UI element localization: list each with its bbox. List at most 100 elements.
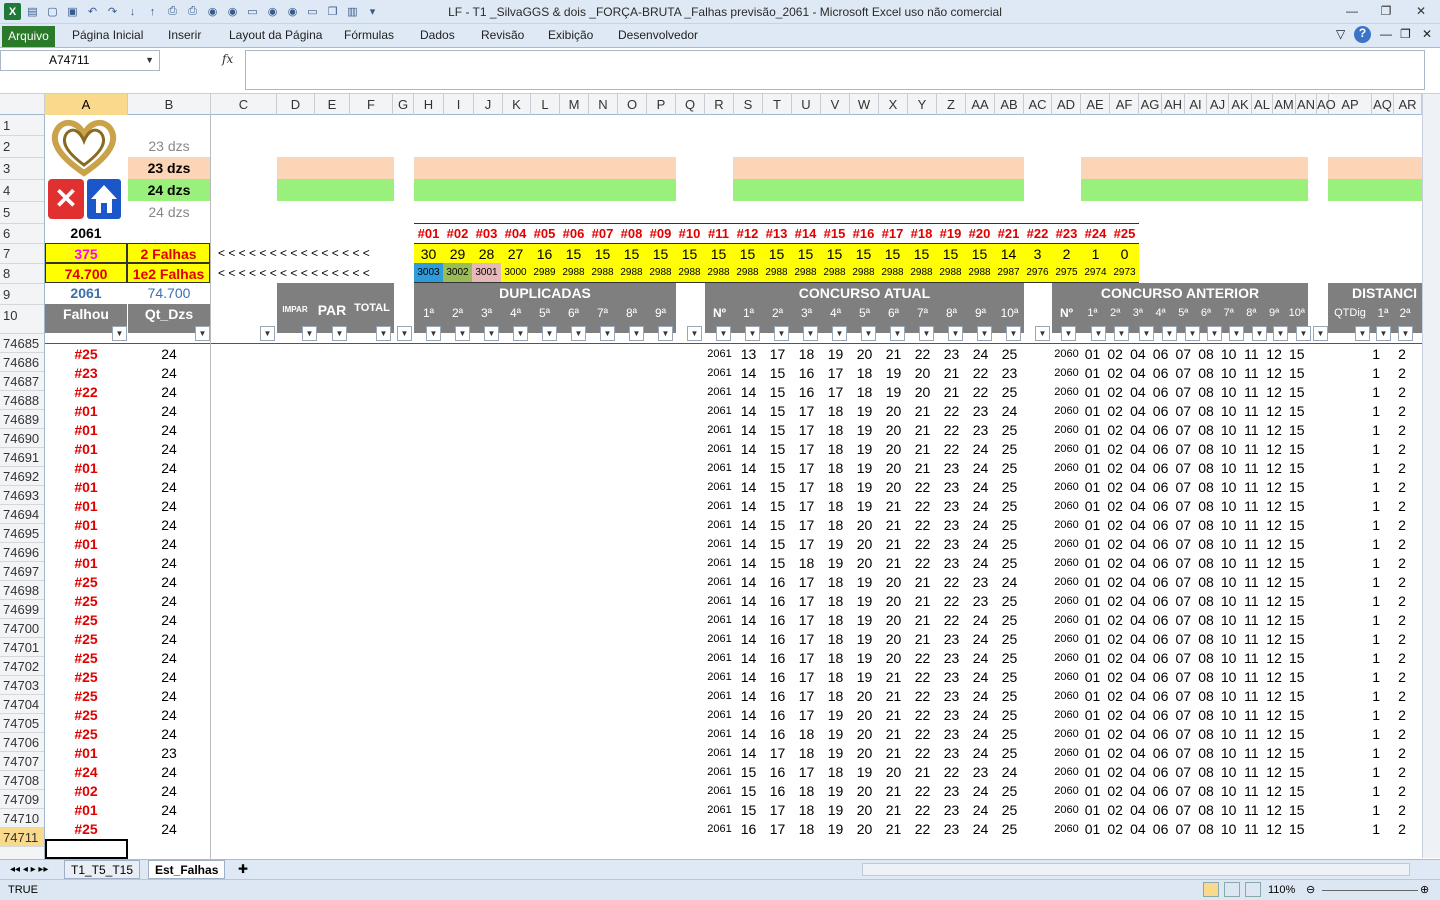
row-header[interactable]: 10 [0,305,44,334]
column-header-aa[interactable]: AA [966,94,995,115]
insert-sheet-icon[interactable]: ✚ [232,860,254,879]
tab-data[interactable]: Dados [420,28,455,42]
row-header[interactable]: 74706 [0,733,44,752]
filter-dropdown-button[interactable]: ▼ [977,326,992,341]
filter-dropdown-button[interactable]: ▼ [376,326,391,341]
horizontal-scrollbar[interactable] [862,863,1410,876]
row-header[interactable]: 74697 [0,562,44,581]
filter-dropdown-button[interactable]: ▼ [426,326,441,341]
filter-dropdown-button[interactable]: ▼ [1185,326,1200,341]
column-header-l[interactable]: L [531,94,560,115]
zoom-level[interactable]: 110% [1268,884,1295,896]
formula-input[interactable] [245,50,1425,90]
close-macro-button[interactable]: ✕ [48,179,84,219]
row-header[interactable]: 3 [0,158,44,180]
column-header-k[interactable]: K [503,94,531,115]
filter-dropdown-button[interactable]: ▼ [484,326,499,341]
row-header[interactable]: 74709 [0,790,44,809]
row-header[interactable]: 74693 [0,486,44,505]
column-header-af[interactable]: AF [1110,94,1139,115]
tab-home[interactable]: Página Inicial [72,28,143,42]
column-header-ap[interactable]: AP [1329,94,1372,115]
tab-page-layout[interactable]: Layout da Página [229,28,322,42]
column-header-b[interactable]: B [128,94,211,115]
column-header-j[interactable]: J [474,94,503,115]
row-header[interactable]: 74698 [0,581,44,600]
zoom-in-icon[interactable]: ⊕ [1420,883,1429,896]
filter-dropdown-button[interactable]: ▼ [195,326,210,341]
column-header-y[interactable]: Y [908,94,937,115]
close-workbook-icon[interactable]: ✕ [1422,27,1432,41]
row-header[interactable]: 74688 [0,391,44,410]
filter-dropdown-button[interactable]: ▼ [1376,326,1391,341]
tab-file[interactable]: Arquivo [2,26,55,47]
column-header-ab[interactable]: AB [995,94,1024,115]
column-header-ar[interactable]: AR [1394,94,1422,115]
row-header[interactable]: 6 [0,224,44,244]
column-header-ak[interactable]: AK [1229,94,1252,115]
filter-dropdown-button[interactable]: ▼ [1252,326,1267,341]
minimize-workbook-icon[interactable]: — [1380,27,1392,41]
column-header-e[interactable]: E [315,94,350,115]
row-header[interactable]: 74701 [0,638,44,657]
row-header[interactable]: 74687 [0,372,44,391]
worksheet-grid[interactable]: ✕ 23 dzs 23 dzs 24 dzs 24 dzs 2061 375 2 Falhas… [45,115,1422,859]
filter-dropdown-button[interactable]: ▼ [687,326,702,341]
column-header-am[interactable]: AM [1273,94,1296,115]
filter-dropdown-button[interactable]: ▼ [1296,326,1311,341]
restore-workbook-icon[interactable]: ❐ [1400,27,1411,41]
row-header[interactable]: 74707 [0,752,44,771]
sheet-nav-icon[interactable]: ◂◂ ◂ ▸ ▸▸ [4,860,54,879]
active-cell[interactable] [45,839,128,859]
filter-dropdown-button[interactable]: ▼ [803,326,818,341]
filter-dropdown-button[interactable]: ▼ [948,326,963,341]
column-header-s[interactable]: S [734,94,763,115]
row-header[interactable]: 74705 [0,714,44,733]
close-icon[interactable]: ✕ [1407,2,1435,20]
column-header-w[interactable]: W [850,94,879,115]
filter-dropdown-button[interactable]: ▼ [1139,326,1154,341]
filter-dropdown-button[interactable]: ▼ [1273,326,1288,341]
row-header[interactable]: 74686 [0,353,44,372]
column-header-aj[interactable]: AJ [1207,94,1229,115]
column-header-g[interactable]: G [393,94,414,115]
column-header-ah[interactable]: AH [1162,94,1185,115]
column-header-v[interactable]: V [821,94,850,115]
row-header[interactable]: 8 [0,264,44,284]
row-header-selected[interactable]: 74711 [0,828,44,847]
column-header-ae[interactable]: AE [1081,94,1110,115]
filter-dropdown-button[interactable]: ▼ [1162,326,1177,341]
row-header[interactable]: 74699 [0,600,44,619]
help-icon[interactable]: ? [1354,26,1371,43]
filter-dropdown-button[interactable]: ▼ [1229,326,1244,341]
filter-dropdown-button[interactable]: ▼ [861,326,876,341]
column-header-al[interactable]: AL [1252,94,1273,115]
filter-dropdown-button[interactable]: ▼ [1091,326,1106,341]
tab-developer[interactable]: Desenvolvedor [618,28,698,42]
normal-view-icon[interactable] [1203,882,1219,897]
column-header-m[interactable]: M [560,94,589,115]
column-header-u[interactable]: U [792,94,821,115]
filter-dropdown-button[interactable]: ▼ [1114,326,1129,341]
sheet-tab-est-falhas[interactable]: Est_Falhas [148,860,226,879]
row-header[interactable]: 74689 [0,410,44,429]
row-header[interactable]: 74708 [0,771,44,790]
column-header-q[interactable]: Q [676,94,705,115]
column-header-i[interactable]: I [444,94,474,115]
filter-dropdown-button[interactable]: ▼ [1035,326,1050,341]
filter-dropdown-button[interactable]: ▼ [455,326,470,341]
filter-dropdown-button[interactable]: ▼ [332,326,347,341]
column-header-ao[interactable]: AO [1317,94,1336,115]
home-macro-button[interactable] [87,179,121,219]
row-header[interactable]: 74696 [0,543,44,562]
row-header[interactable]: 74702 [0,657,44,676]
filter-dropdown-button[interactable]: ▼ [1207,326,1222,341]
filter-dropdown-button[interactable]: ▼ [397,326,412,341]
row-header[interactable]: 74692 [0,467,44,486]
column-header-d[interactable]: D [277,94,315,115]
ribbon-collapse-icon[interactable]: ▽ [1336,27,1345,41]
column-header-ac[interactable]: AC [1024,94,1052,115]
filter-dropdown-button[interactable]: ▼ [1398,326,1413,341]
column-header-r[interactable]: R [705,94,734,115]
filter-dropdown-button[interactable]: ▼ [1313,326,1328,341]
